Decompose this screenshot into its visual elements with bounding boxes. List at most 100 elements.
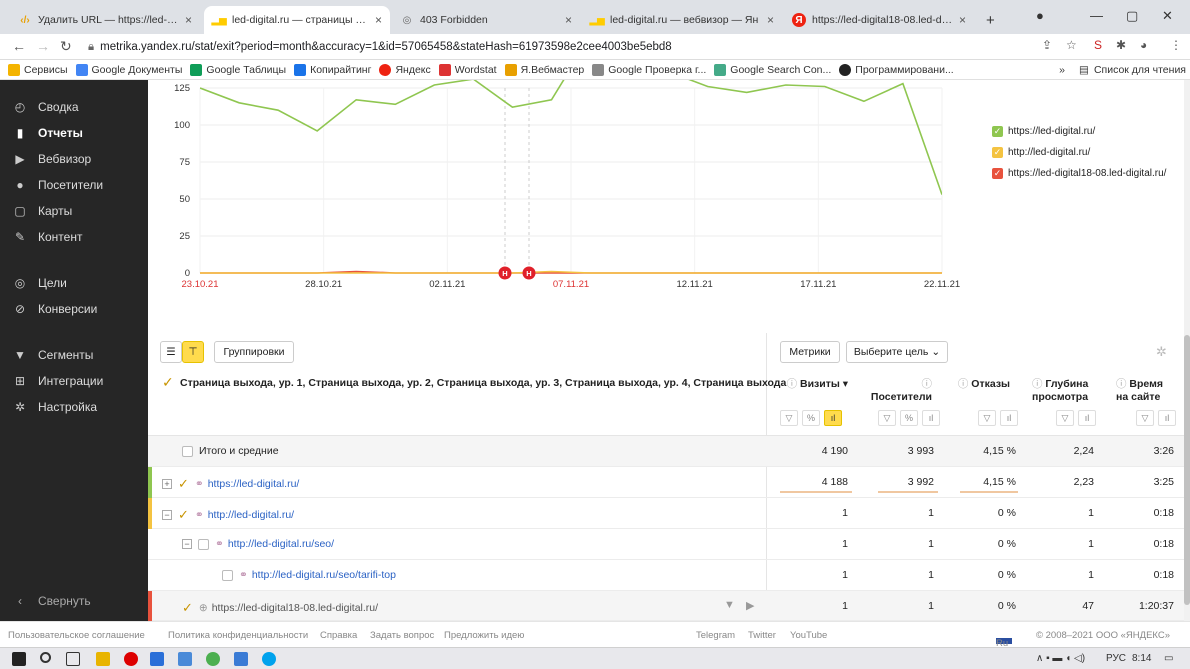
- goal-select[interactable]: Выберите цель ⌄: [846, 341, 948, 363]
- url-input[interactable]: 🔒︎ metrika.yandex.ru/stat/exit?period=mon…: [88, 37, 1028, 57]
- bookmark-item[interactable]: Сервисы: [8, 63, 68, 76]
- file-explorer-icon[interactable]: [96, 652, 110, 666]
- bar-chart-icon[interactable]: ıl: [1158, 410, 1176, 426]
- close-icon[interactable]: ×: [375, 13, 382, 27]
- legend-item[interactable]: ✓ https://led-digital.ru/: [992, 126, 1095, 137]
- bookmark-item[interactable]: Google Таблицы: [190, 63, 286, 76]
- extension-icon[interactable]: S: [1094, 38, 1102, 52]
- bookmark-item[interactable]: Google Search Con...: [714, 63, 831, 76]
- tray-icons[interactable]: ∧ ▪ ▬ ◖ ◁): [1036, 653, 1085, 664]
- play-icon[interactable]: ▶: [746, 599, 754, 612]
- task-view-icon[interactable]: [66, 652, 80, 666]
- dimension-header[interactable]: Страница выхода, ур. 1, Страница выхода,…: [180, 377, 786, 389]
- twitter-link[interactable]: Twitter: [748, 630, 776, 641]
- close-icon[interactable]: ×: [959, 13, 966, 27]
- tab-4[interactable]: ▂▅ led-digital.ru — вебвизор — Ян ×: [582, 6, 782, 34]
- bar-chart-icon[interactable]: ıl: [824, 410, 842, 426]
- sidebar-item-conversions[interactable]: ⊘ Конверсии: [12, 302, 97, 316]
- forward-icon[interactable]: →: [36, 38, 50, 54]
- column-header-visitors[interactable]: ⓘ Посетители: [860, 376, 932, 403]
- percent-icon[interactable]: %: [900, 410, 918, 426]
- scrollbar[interactable]: [1184, 80, 1190, 621]
- puzzle-icon[interactable]: ✱: [1116, 38, 1126, 52]
- bookmark-item[interactable]: Программировани...: [839, 63, 954, 76]
- youtube-link[interactable]: YouTube: [790, 630, 827, 641]
- filter-icon[interactable]: ▽: [978, 410, 996, 426]
- windows-start-icon[interactable]: [12, 652, 26, 666]
- bookmark-item[interactable]: Яндекс: [379, 63, 431, 76]
- column-header-depth[interactable]: ⓘ Глубина просмотра: [1032, 376, 1094, 403]
- input-language[interactable]: РУС: [1106, 653, 1126, 664]
- checkbox-icon[interactable]: ✓: [182, 600, 193, 616]
- reading-list[interactable]: ▤ Список для чтения: [1079, 64, 1186, 76]
- bookmark-item[interactable]: Google Проверка г...: [592, 63, 706, 76]
- table-row[interactable]: ⚭ http://led-digital.ru/seo/tarifi-top 1 …: [148, 560, 1184, 591]
- settings-gear-icon[interactable]: ✲: [1156, 344, 1167, 360]
- table-row[interactable]: − ⚭ http://led-digital.ru/seo/ 1 1 0 % 1 0…: [148, 529, 1184, 560]
- column-header-time[interactable]: ⓘ Время на сайте: [1116, 376, 1164, 403]
- column-header-bounces[interactable]: ⓘ Отказы: [954, 376, 1010, 391]
- view-tree-button[interactable]: ⊤: [182, 341, 204, 363]
- reload-icon[interactable]: ↻: [60, 38, 72, 55]
- checkbox[interactable]: [198, 538, 209, 550]
- filter-icon[interactable]: ▽: [1056, 410, 1074, 426]
- search-icon[interactable]: [40, 652, 51, 663]
- star-icon[interactable]: ☆: [1066, 38, 1077, 52]
- filter-icon[interactable]: ▽: [878, 410, 896, 426]
- close-icon[interactable]: ×: [565, 13, 572, 27]
- bookmark-item[interactable]: Я.Вебмастер: [504, 63, 584, 76]
- skype-icon[interactable]: [262, 652, 276, 666]
- footer-link[interactable]: Политика конфиденциальности: [168, 630, 308, 641]
- footer-link[interactable]: Предложить идею: [444, 630, 524, 641]
- bar-chart-icon[interactable]: ıl: [1078, 410, 1096, 426]
- checkbox-icon[interactable]: ✓: [178, 507, 189, 523]
- tab-1[interactable]: ‹/› Удалить URL — https://led-digit ×: [10, 6, 200, 34]
- menu-icon[interactable]: ⋮: [1170, 38, 1182, 52]
- legend-item[interactable]: ✓ https://led-digital18-08.led-digital.ru…: [992, 168, 1166, 179]
- filter-icon[interactable]: ▽: [780, 410, 798, 426]
- checkbox-icon[interactable]: ✓: [162, 374, 174, 391]
- column-header-visits[interactable]: ⓘ Визиты ▾: [780, 376, 848, 391]
- sidebar-item-integrations[interactable]: ⊞ Интеграции: [12, 374, 103, 388]
- checkbox[interactable]: [222, 569, 233, 581]
- view-list-button[interactable]: ☰: [160, 341, 182, 363]
- back-icon[interactable]: ←: [12, 38, 26, 54]
- sidebar-item-summary[interactable]: ◴ Сводка: [12, 100, 79, 114]
- sidebar-item-webvisor[interactable]: ▶ Вебвизор: [12, 152, 91, 166]
- telegram-link[interactable]: Telegram: [696, 630, 735, 641]
- new-tab-button[interactable]: +: [978, 6, 1002, 34]
- app-icon[interactable]: [178, 652, 192, 666]
- bookmark-item[interactable]: Google Документы: [75, 63, 182, 76]
- scrollbar-thumb[interactable]: [1184, 335, 1190, 605]
- sidebar-item-segments[interactable]: ▼ Сегменты: [12, 348, 93, 362]
- percent-icon[interactable]: %: [802, 410, 820, 426]
- avatar[interactable]: ◕: [1140, 38, 1147, 52]
- checkbox-icon[interactable]: ✓: [178, 476, 189, 492]
- app-icon[interactable]: [150, 652, 164, 666]
- sidebar-collapse[interactable]: ‹ Свернуть: [12, 594, 91, 608]
- table-row[interactable]: + ✓ ⚭ https://led-digital.ru/ 4 188 3 992 4…: [148, 467, 1184, 498]
- share-icon[interactable]: ⇪: [1042, 38, 1052, 52]
- table-row[interactable]: − ✓ ⚭ http://led-digital.ru/ 1 1 0 % 1 0:18: [148, 498, 1184, 529]
- bookmark-item[interactable]: Копирайтинг: [294, 63, 371, 76]
- sidebar-item-settings[interactable]: ✲ Настройка: [12, 400, 97, 414]
- tab-2[interactable]: ▂▅ led-digital.ru — страницы выхо, ×: [204, 6, 390, 34]
- close-icon[interactable]: ×: [767, 13, 774, 27]
- table-row[interactable]: ✓ ⊕ https://led-digital18-08.led-digital.r…: [148, 591, 1184, 621]
- collapse-icon[interactable]: −: [182, 539, 192, 549]
- metrics-button[interactable]: Метрики: [780, 341, 840, 363]
- bar-chart-icon[interactable]: ıl: [1000, 410, 1018, 426]
- notification-icon[interactable]: ▭: [1164, 653, 1173, 664]
- profile-icon[interactable]: ●: [1036, 8, 1044, 23]
- sidebar-item-visitors[interactable]: ● Посетители: [12, 178, 103, 192]
- close-icon[interactable]: ×: [185, 13, 192, 27]
- checkbox[interactable]: [182, 445, 193, 457]
- sidebar-item-goals[interactable]: ◎ Цели: [12, 276, 67, 290]
- bar-chart-icon[interactable]: ıl: [922, 410, 940, 426]
- collapse-icon[interactable]: −: [162, 510, 172, 520]
- filter-icon[interactable]: ▽: [1136, 410, 1154, 426]
- chrome-icon[interactable]: [206, 652, 220, 666]
- tab-3[interactable]: ◎ 403 Forbidden ×: [392, 6, 580, 34]
- opera-icon[interactable]: [124, 652, 138, 666]
- footer-link[interactable]: Пользовательское соглашение: [8, 630, 145, 641]
